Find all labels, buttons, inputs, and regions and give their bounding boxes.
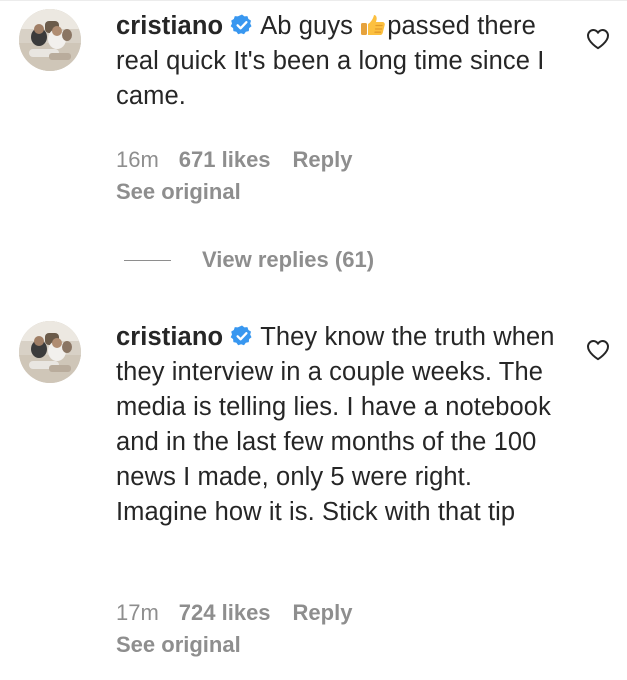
replies-divider-line <box>124 259 171 261</box>
reply-button[interactable]: Reply <box>293 600 353 625</box>
comment-meta: 16m 671 likes Reply <box>116 147 352 173</box>
timestamp: 16m <box>116 147 159 172</box>
top-divider <box>0 0 627 1</box>
heart-outline-icon[interactable] <box>586 28 610 50</box>
comment-text-part: They know the truth when they interview … <box>116 323 555 526</box>
likes-count[interactable]: 671 likes <box>179 147 271 172</box>
avatar[interactable] <box>19 9 81 71</box>
verified-badge-icon <box>230 324 254 348</box>
view-replies-button[interactable]: View replies (61) <box>124 245 374 275</box>
view-replies-label: View replies (61) <box>202 247 375 272</box>
likes-count[interactable]: 724 likes <box>179 600 271 625</box>
username[interactable]: cristiano <box>116 12 223 40</box>
see-original-link[interactable]: See original <box>116 632 241 658</box>
thumbs-up-icon <box>360 12 386 36</box>
heart-outline-icon[interactable] <box>586 339 610 361</box>
verified-badge-icon <box>230 13 254 37</box>
avatar[interactable] <box>19 321 81 383</box>
comment-text-part: Ab guys <box>260 12 361 40</box>
avatar-photo <box>19 9 81 71</box>
comment-meta: 17m 724 likes Reply <box>116 600 352 626</box>
comment-text: cristiano They know the truth when they i… <box>116 320 556 530</box>
see-original-link[interactable]: See original <box>116 179 241 205</box>
timestamp: 17m <box>116 600 159 625</box>
comment-text: cristiano Ab guys passed there real quick… <box>116 9 556 114</box>
username[interactable]: cristiano <box>116 323 223 351</box>
avatar-photo <box>19 321 81 383</box>
reply-button[interactable]: Reply <box>293 147 353 172</box>
